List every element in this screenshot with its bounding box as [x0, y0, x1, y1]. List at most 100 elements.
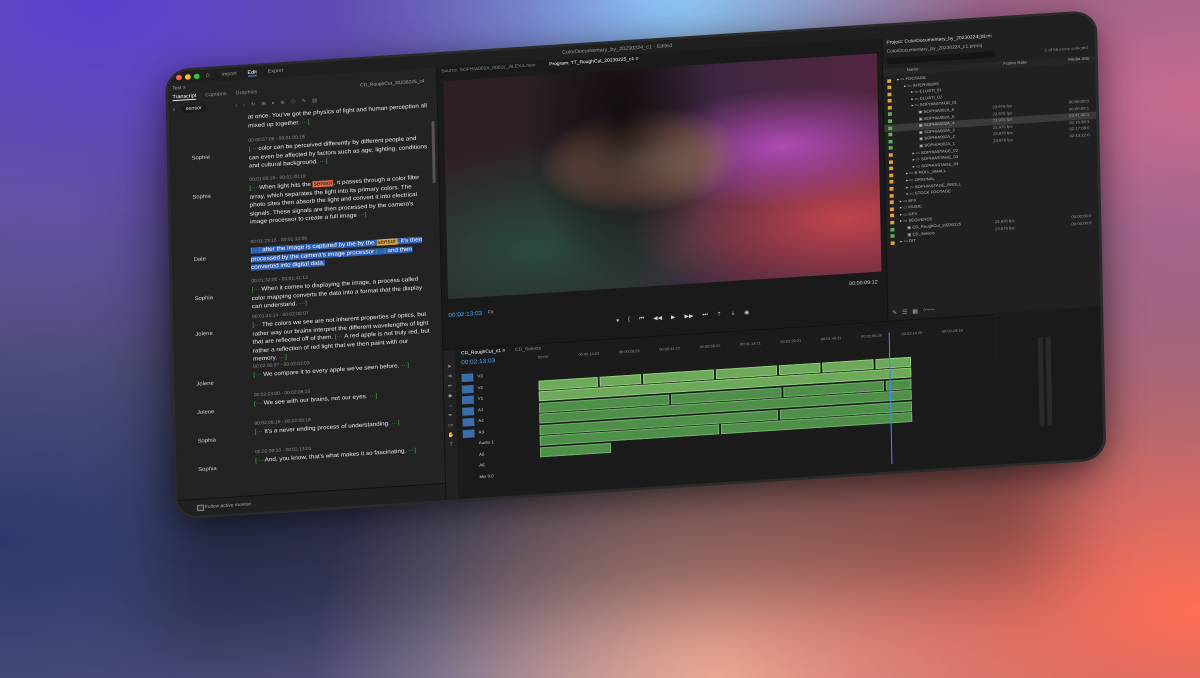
speaker-name[interactable]: Sophia	[194, 295, 213, 302]
segment-text[interactable]: [··· The colors we see are not inherent …	[252, 310, 432, 364]
mark-in-icon[interactable]: ▾	[616, 318, 619, 325]
track-label[interactable]: A6	[479, 458, 552, 468]
edit-icon[interactable]: ✎	[302, 98, 307, 105]
label-color-swatch	[887, 85, 892, 90]
previous-icon[interactable]: ‹	[235, 103, 237, 109]
pause-icon[interactable]: ⏸	[272, 100, 275, 106]
ruler-tick-label: 00:00:59:22	[699, 343, 721, 350]
speaker-name[interactable]: Sophia	[198, 466, 217, 473]
follow-monitor-checkbox[interactable]	[196, 504, 204, 512]
slip-tool-icon[interactable]: ↔	[448, 403, 454, 409]
nav-import[interactable]: Import	[221, 71, 236, 78]
transcript-segment[interactable]: Sophia 00:00:57:06 - 00:01:00:16 [··· colo…	[170, 126, 434, 170]
item-media-start: 00:00:00:0	[1071, 213, 1092, 220]
icon-view-icon[interactable]: ▦	[912, 308, 918, 315]
track-select-icon[interactable]: ⇉	[447, 374, 452, 380]
column-header[interactable]: Frame Rate	[991, 60, 1027, 67]
track-label[interactable]: Mix 0.0	[479, 469, 552, 478]
extract-icon[interactable]: ⇣	[730, 310, 735, 317]
item-media-start: 00:00:00:0	[1071, 220, 1092, 227]
step-forward-icon[interactable]: ⏭	[702, 312, 707, 319]
selection-tool-icon[interactable]: ➤	[447, 364, 452, 370]
mark-out-icon[interactable]: {	[628, 317, 630, 323]
transcript-segment[interactable]: Sophia 00:01:32:00 - 00:01:41:13 [··· When…	[173, 267, 437, 310]
sequence-tab[interactable]: CD_RoughCut_c1 ≡	[461, 348, 505, 356]
ellipsis-marker: [···	[254, 428, 265, 436]
home-icon[interactable]: ⌂	[205, 72, 209, 78]
minimize-window-button[interactable]	[184, 74, 191, 80]
nav-edit[interactable]: Edit	[247, 69, 257, 77]
rectangle-tool-icon[interactable]: ▭	[448, 423, 453, 429]
refresh-icon[interactable]: ↻	[251, 102, 256, 109]
speaker-name[interactable]: Dale	[194, 257, 206, 263]
zoom-slider[interactable]: ○──	[923, 307, 935, 314]
label-color-swatch	[887, 99, 892, 103]
speaker-name[interactable]: Jolene	[196, 381, 214, 387]
effects-tab[interactable]: Effects	[977, 34, 992, 40]
captions-icon[interactable]: ▤	[312, 98, 317, 105]
speaker-name[interactable]: Jolene	[195, 331, 213, 337]
track-target[interactable]	[461, 384, 474, 394]
track-target[interactable]	[462, 406, 475, 416]
column-header[interactable]: Name	[895, 67, 919, 73]
pencil-icon[interactable]: ✎	[892, 310, 897, 317]
sequence-tab[interactable]: CD_Selects	[515, 346, 541, 353]
speaker-name[interactable]: Sophia	[192, 194, 211, 201]
play-icon[interactable]: ▶	[671, 314, 676, 321]
list-view-icon[interactable]: ☰	[902, 309, 907, 316]
speaker-name[interactable]: Jolene	[197, 409, 215, 415]
segment-text[interactable]: [··· When light hits the sensor, it pass…	[249, 173, 429, 227]
item-frame-rate: 23.976 fps	[993, 137, 1013, 144]
label-color-swatch	[887, 78, 892, 83]
zoom-window-button[interactable]	[193, 73, 200, 80]
speaker-name[interactable]: Sophia	[191, 155, 210, 162]
item-media-start: 02:13:22:0	[1069, 132, 1090, 139]
forward-icon[interactable]: ▶▶	[684, 313, 693, 320]
video-clip[interactable]	[875, 356, 912, 369]
item-media-start: 03:41:38:1	[1069, 112, 1090, 118]
step-back-icon[interactable]: ⏮	[639, 316, 644, 323]
type-tool-icon[interactable]: T	[449, 442, 452, 448]
label-color-swatch	[890, 234, 895, 239]
razor-tool-icon[interactable]: ◆	[448, 393, 452, 399]
ruler-tick-label: 00:00:14:23	[578, 350, 600, 357]
hand-tool-icon[interactable]: ✋	[448, 432, 455, 438]
merge-icon[interactable]: ⊕	[280, 100, 285, 107]
next-icon[interactable]: ›	[243, 102, 245, 108]
track-target[interactable]	[462, 428, 475, 438]
program-video-frame[interactable]	[443, 53, 882, 300]
tab-transcript[interactable]: Transcript	[172, 93, 197, 102]
speaker-icon[interactable]: ⚇	[291, 99, 296, 106]
split-icon[interactable]: ⊞	[261, 101, 266, 108]
transcript-segment[interactable]: Sophia 00:01:05:19 - 00:01:20:19 [··· When…	[170, 165, 434, 226]
transcript-segment[interactable]: Jolene 00:02:03:00 - 00:02:08:15 [··· We s…	[175, 381, 439, 416]
text-panel-tab[interactable]: Text ≡	[172, 85, 185, 91]
ripple-edit-icon[interactable]: ⇹	[448, 384, 453, 390]
export-frame-icon[interactable]: ◉	[744, 309, 749, 316]
column-header[interactable]: Media Star	[1056, 56, 1090, 63]
monitor-timecode[interactable]: 00:02:13:03	[448, 310, 482, 318]
zoom-fit-select[interactable]: Fit	[488, 310, 494, 316]
rewind-icon[interactable]: ◀◀	[653, 315, 662, 322]
label-color-swatch	[889, 193, 894, 198]
track-target[interactable]	[462, 417, 475, 427]
transcript-segment[interactable]: Dale 00:01:23:15 - 00:01:32:06 [···] after…	[172, 228, 436, 271]
item-media-start: 02:17:08:0	[1069, 125, 1090, 132]
transcript-segment[interactable]: Sophia 00:02:08:16 - 00:02:09:18 [··· It's…	[176, 409, 440, 445]
track-target[interactable]	[461, 373, 474, 383]
label-color-swatch	[889, 166, 894, 171]
tab-captions[interactable]: Captions	[205, 91, 227, 99]
pen-tool-icon[interactable]: ✒	[448, 413, 453, 419]
close-window-button[interactable]	[175, 74, 182, 81]
track-label[interactable]: V3	[477, 369, 550, 379]
item-frame-rate: 23.976 fps	[992, 117, 1013, 123]
timeline-timecode[interactable]: 00:02:13:03	[461, 358, 495, 366]
track-target[interactable]	[461, 395, 474, 405]
ellipsis-marker: ···]	[406, 447, 417, 455]
nav-export[interactable]: Export	[268, 68, 284, 75]
transcript-search-input[interactable]: sensor	[181, 104, 206, 114]
tab-graphics[interactable]: Graphics	[235, 89, 257, 97]
label-color-swatch	[887, 112, 892, 117]
lift-icon[interactable]: ⇡	[717, 311, 722, 318]
speaker-name[interactable]: Sophia	[198, 438, 217, 445]
